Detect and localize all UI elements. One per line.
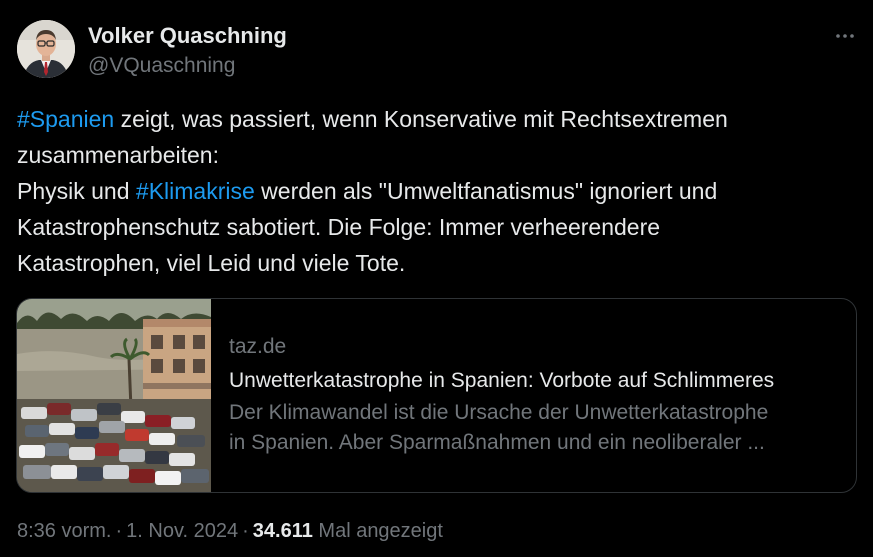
link-card-domain: taz.de [229,335,287,358]
link-preview-card[interactable]: taz.de Unwetterkatastrophe in Spanien: V… [16,298,857,493]
link-card-description-line: Der Klimawandel ist die Ursache der Unwe… [229,401,769,424]
tweet-text: #Spanien zeigt, was passiert, wenn Konse… [17,101,857,281]
more-options-button[interactable] [831,22,859,50]
flood-photo-image [17,299,211,492]
link-card-description-line: in Spanien. Aber Sparmaßnahmen und ein n… [229,431,765,454]
more-horizontal-icon [836,34,854,38]
link-card-info: taz.de Unwetterkatastrophe in Spanien: V… [229,333,844,458]
avatar[interactable] [17,20,75,78]
author-handle[interactable]: @VQuaschning [88,52,235,80]
views-count: 34.611 [252,520,313,542]
tweet-text-segment: Physik und [17,178,136,204]
tweet-date[interactable]: 1. Nov. 2024 [126,520,238,542]
separator: · [242,520,249,542]
tweet-text-segment: zeigt, was passiert, wenn Konservative m… [114,106,728,132]
views-label: Mal angezeigt [318,520,443,542]
tweet: Volker Quaschning @VQuaschning #Spanien … [0,0,873,557]
separator: · [115,520,123,542]
tweet-text-line: Physik und #Klimakrise werden als "Umwel… [17,173,857,209]
avatar-image [17,20,75,78]
link-card-title: Unwetterkatastrophe in Spanien: Vorbote … [229,369,775,392]
tweet-text-line: Katastrophenschutz sabotiert. Die Folge:… [17,214,661,240]
tweet-text-line: zusammenarbeiten: [17,142,219,168]
tweet-text-line: #Spanien zeigt, was passiert, wenn Konse… [17,101,857,137]
author-display-name[interactable]: Volker Quaschning [88,22,287,50]
hashtag-spanien[interactable]: #Spanien [17,106,114,132]
tweet-meta: 8:36 vorm. · 1. Nov. 2024 · 34.611 Mal angez… [17,517,443,545]
tweet-time[interactable]: 8:36 vorm. [17,520,111,542]
tweet-text-line: Katastrophen, viel Leid und viele Tote. [17,250,406,276]
link-card-thumbnail [17,299,211,492]
hashtag-klimakrise[interactable]: #Klimakrise [136,178,255,204]
link-card-description: Der Klimawandel ist die Ursache der Unwe… [229,398,844,458]
tweet-text-segment: werden als "Umweltfanatismus" ignoriert … [254,178,718,204]
